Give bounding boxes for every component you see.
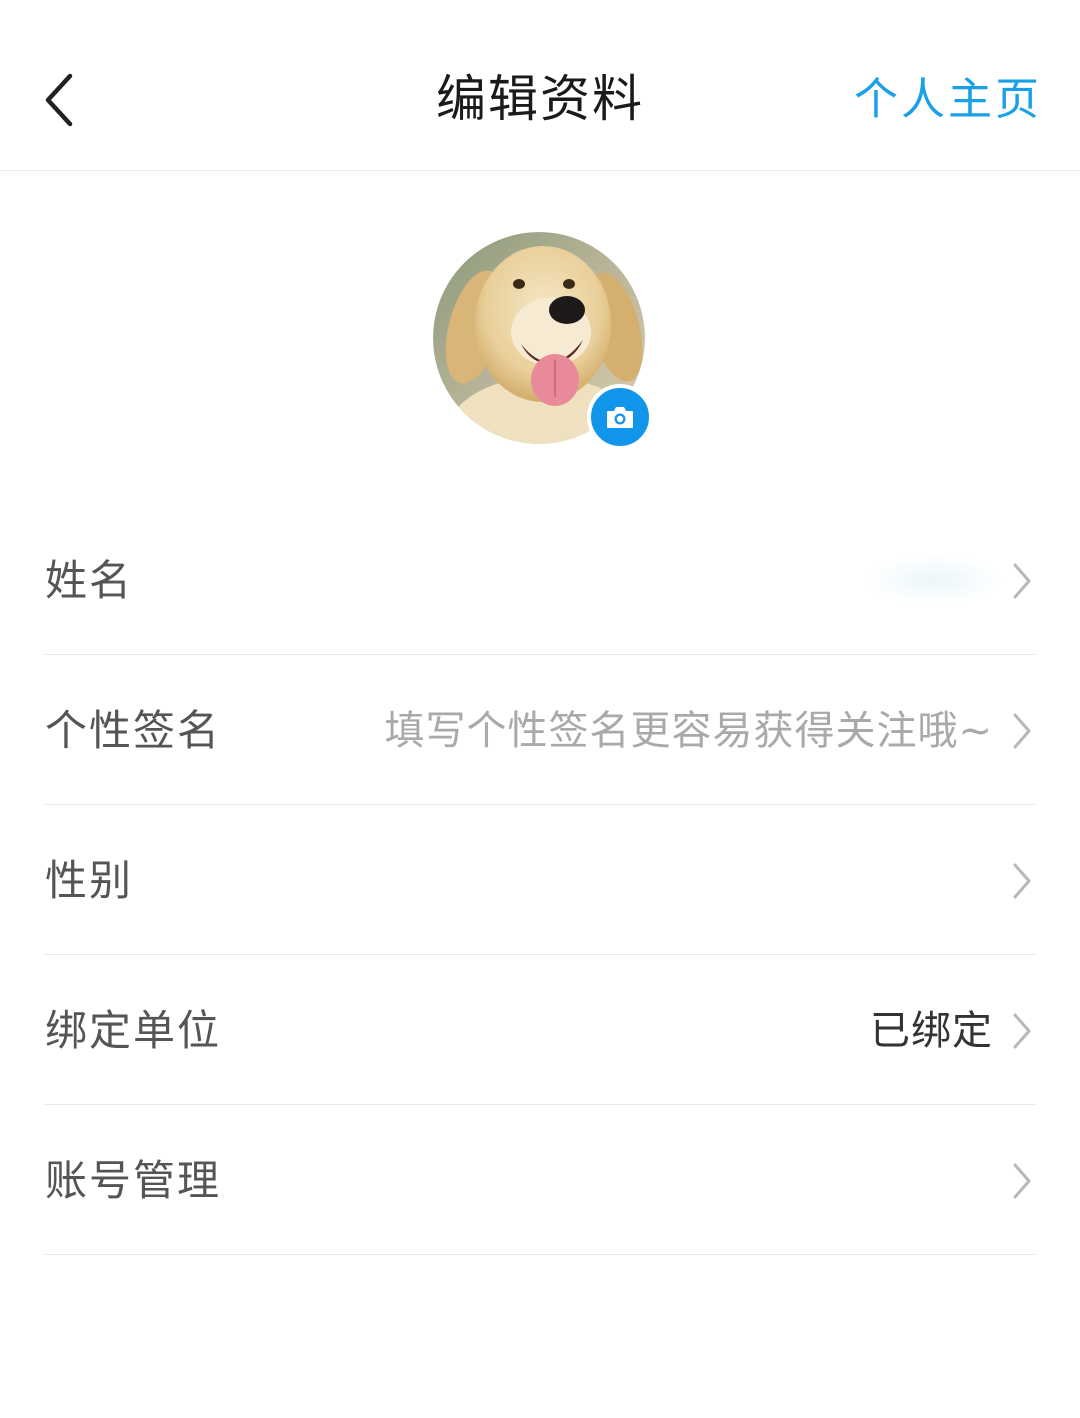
name-value-redacted [865, 555, 1005, 605]
row-signature[interactable]: 个性签名 填写个性签名更容易获得关注哦~ [45, 655, 1035, 805]
row-gender[interactable]: 性别 [45, 805, 1035, 955]
personal-homepage-link[interactable]: 个人主页 [854, 70, 1042, 130]
row-label: 绑定单位 [45, 1006, 222, 1055]
camera-icon [607, 407, 633, 428]
chevron-right-icon [1011, 1011, 1033, 1051]
row-label: 个性签名 [45, 706, 222, 755]
chevron-right-icon [1011, 861, 1033, 901]
row-label: 性别 [45, 856, 134, 905]
avatar-upload[interactable] [433, 232, 653, 450]
edit-profile-page: 编辑资料 个人主页 姓名 个性签名 填写个性签名更容易获得关注哦~ 性别 绑定单… [0, 0, 1080, 1418]
chevron-right-icon [1011, 561, 1033, 601]
bind-status-value: 已绑定 [870, 1008, 993, 1054]
row-bind-organization[interactable]: 绑定单位 已绑定 [45, 955, 1035, 1105]
signature-placeholder: 填写个性签名更容易获得关注哦~ [384, 708, 993, 754]
row-label: 姓名 [45, 556, 134, 605]
top-nav-bar: 编辑资料 个人主页 [0, 0, 1080, 171]
chevron-right-icon [1011, 711, 1033, 751]
camera-badge[interactable] [587, 384, 653, 450]
row-name[interactable]: 姓名 [45, 505, 1035, 655]
profile-settings-list: 姓名 个性签名 填写个性签名更容易获得关注哦~ 性别 绑定单位 已绑定 账号管理 [45, 505, 1035, 1255]
row-label: 账号管理 [45, 1156, 222, 1205]
row-account-management[interactable]: 账号管理 [45, 1105, 1035, 1255]
chevron-right-icon [1011, 1161, 1033, 1201]
